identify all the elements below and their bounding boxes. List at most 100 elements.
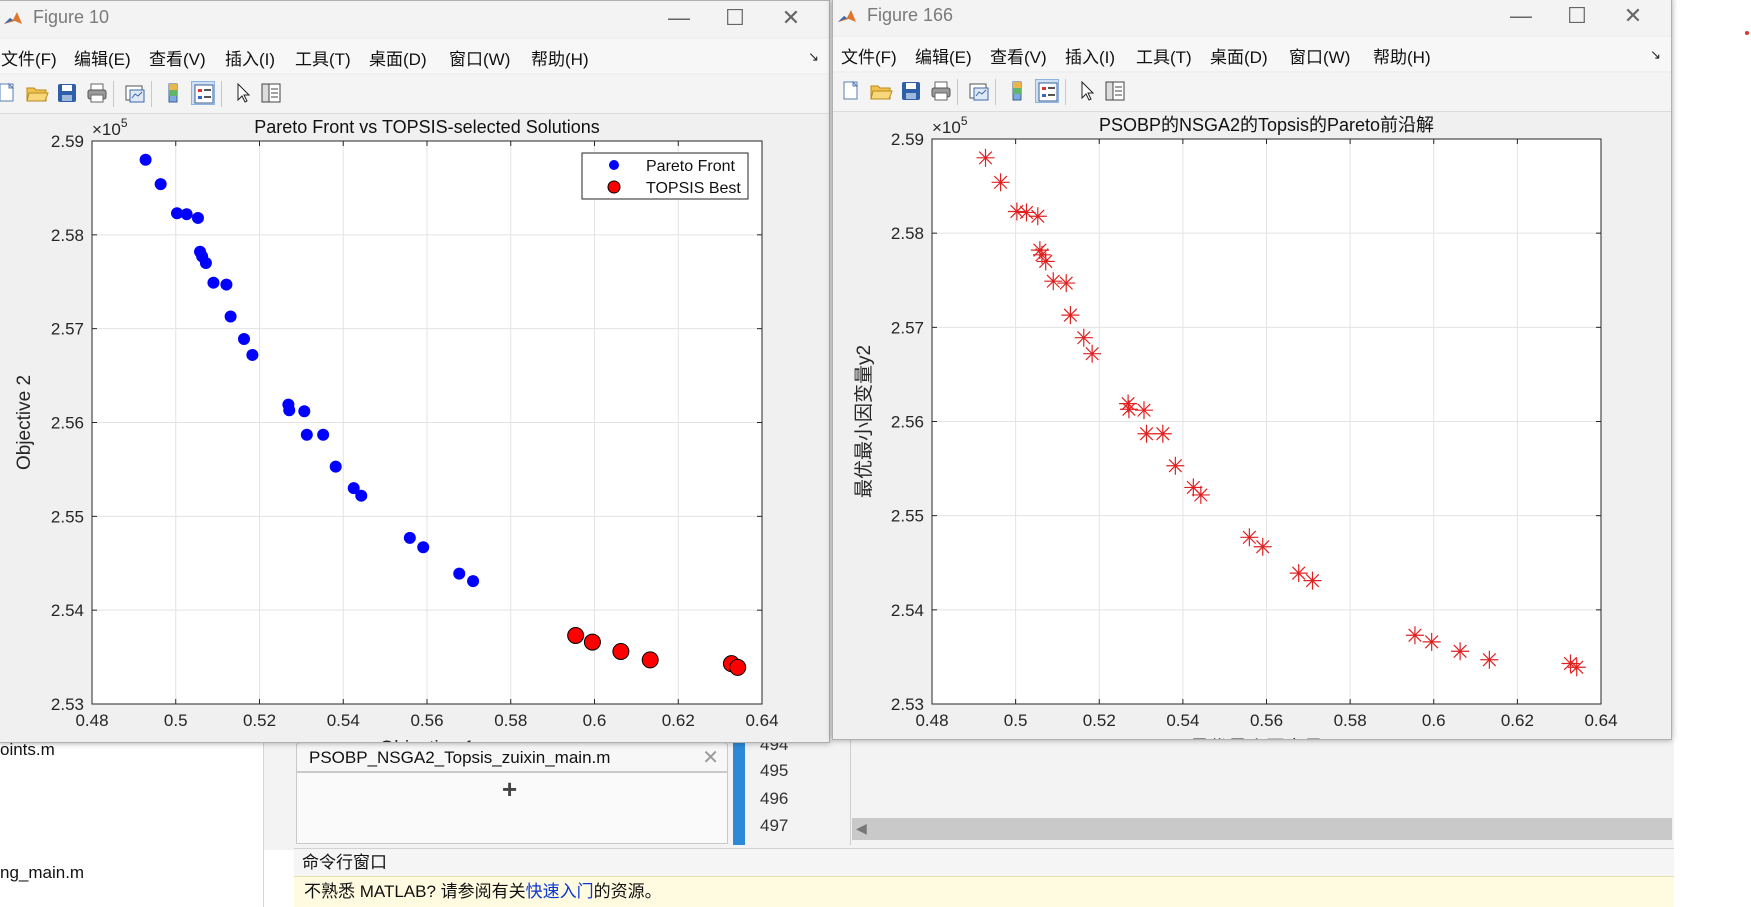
current-folder-panel: oints.m ng_main.m — [0, 740, 263, 907]
matlab-icon — [837, 7, 857, 27]
pointer-icon[interactable] — [1075, 79, 1099, 103]
maximize-button[interactable]: ☐ — [713, 3, 757, 33]
command-message-prefix: 不熟悉 MATLAB? 请参阅有关 — [304, 882, 526, 901]
save-icon[interactable] — [899, 79, 923, 103]
editor-gutter-bar — [733, 740, 745, 845]
menu-file[interactable]: 文件(F) — [1, 45, 57, 70]
x-tick-label: 0.6 — [1422, 711, 1446, 730]
menu-edit[interactable]: 编辑(E) — [915, 43, 972, 68]
horizontal-scrollbar[interactable] — [852, 818, 1672, 840]
open-file-icon[interactable] — [25, 81, 49, 105]
x-tick-label: 0.54 — [1166, 711, 1199, 730]
editor-tab[interactable]: PSOBP_NSGA2_Topsis_zuixin_main.m ✕ — [296, 742, 728, 772]
close-button[interactable]: ✕ — [769, 3, 813, 33]
data-point — [139, 153, 152, 166]
menu-file[interactable]: 文件(F) — [841, 43, 897, 68]
dock-icon[interactable]: ↘ — [1650, 47, 1661, 63]
line-number: 496 — [760, 789, 789, 808]
menu-window[interactable]: 窗口(W) — [449, 45, 510, 70]
x-tick-label: 0.6 — [583, 711, 607, 730]
data-point — [154, 178, 167, 191]
link-plot-icon[interactable] — [967, 79, 991, 103]
title-bar[interactable]: Figure 10 — ☐ ✕ — [0, 1, 829, 37]
print-icon[interactable] — [85, 81, 109, 105]
y-exponent-label: ×105 — [932, 114, 968, 137]
data-point — [355, 489, 368, 502]
plot-area[interactable]: 0.48 0.5 0.52 0.54 0.56 0.58 0.6 0.62 0.642.532.… — [0, 114, 829, 743]
toolbar-separator — [151, 81, 152, 107]
figure-10-window: Figure 10 — ☐ ✕ 文件(F) 编辑(E) 查看(V) 插入(I) … — [0, 0, 830, 743]
add-tab-button[interactable]: + — [502, 774, 517, 805]
close-tab-icon[interactable]: ✕ — [702, 743, 719, 773]
y-tick-label: 2.57 — [51, 320, 84, 339]
y-tick-label: 2.54 — [891, 601, 924, 620]
property-inspector-icon[interactable] — [259, 81, 283, 105]
dock-icon[interactable]: ↘ — [808, 49, 819, 65]
quick-start-link[interactable]: 快速入门 — [526, 882, 594, 901]
chart-title: Pareto Front vs TOPSIS-selected Solution… — [254, 117, 600, 137]
colorbar-icon[interactable] — [1005, 79, 1029, 103]
property-inspector-icon[interactable] — [1103, 79, 1127, 103]
data-point — [329, 460, 342, 473]
data-point — [641, 651, 659, 669]
file-item[interactable]: ng_main.m — [0, 863, 84, 883]
new-figure-icon[interactable] — [0, 81, 19, 105]
legend-icon[interactable] — [191, 81, 215, 105]
maximize-button[interactable]: ☐ — [1555, 1, 1599, 31]
menu-window[interactable]: 窗口(W) — [1289, 43, 1350, 68]
toolbar-separator — [957, 79, 958, 105]
window-title: Figure 166 — [867, 5, 954, 25]
menu-insert[interactable]: 插入(I) — [1065, 43, 1115, 68]
title-bar[interactable]: Figure 166 — ☐ ✕ — [833, 0, 1671, 35]
close-button[interactable]: ✕ — [1611, 1, 1655, 31]
open-file-icon[interactable] — [869, 79, 893, 103]
y-tick-label: 2.54 — [51, 601, 84, 620]
x-tick-label: 0.64 — [1584, 711, 1617, 730]
minimize-button[interactable]: — — [657, 3, 701, 33]
file-item[interactable]: oints.m — [0, 740, 55, 760]
data-point — [612, 642, 630, 660]
x-tick-label: 0.62 — [662, 711, 695, 730]
menu-help[interactable]: 帮助(H) — [531, 45, 589, 70]
data-point — [220, 278, 233, 291]
figure-toolbar — [0, 75, 829, 114]
data-point — [207, 276, 220, 289]
data-point — [317, 428, 330, 441]
menu-insert[interactable]: 插入(I) — [225, 45, 275, 70]
y-tick-label: 2.55 — [891, 507, 924, 526]
y-axis-label: 最优最小因变量y2 — [853, 345, 875, 498]
x-tick-label: 0.56 — [410, 711, 443, 730]
menu-bar: 文件(F) 编辑(E) 查看(V) 插入(I) 工具(T) 桌面(D) 窗口(W… — [0, 39, 829, 73]
menu-bar: 文件(F) 编辑(E) 查看(V) 插入(I) 工具(T) 桌面(D) 窗口(W… — [833, 37, 1671, 71]
x-tick-label: 0.52 — [1083, 711, 1116, 730]
print-icon[interactable] — [929, 79, 953, 103]
legend-icon[interactable] — [1035, 79, 1059, 103]
menu-tools[interactable]: 工具(T) — [295, 45, 351, 70]
y-tick-label: 2.56 — [891, 413, 924, 432]
data-point — [180, 208, 193, 221]
toolbar-separator — [1065, 79, 1066, 105]
colorbar-icon[interactable] — [161, 81, 185, 105]
new-figure-icon[interactable] — [839, 79, 863, 103]
menu-desktop[interactable]: 桌面(D) — [1210, 43, 1268, 68]
toolbar-separator — [113, 81, 114, 107]
x-tick-label: 0.58 — [1334, 711, 1367, 730]
menu-tools[interactable]: 工具(T) — [1136, 43, 1192, 68]
window-title: Figure 10 — [33, 7, 110, 27]
menu-view[interactable]: 查看(V) — [149, 45, 206, 70]
data-point — [224, 310, 237, 323]
menu-help[interactable]: 帮助(H) — [1373, 43, 1431, 68]
command-message-suffix: 的资源。 — [593, 882, 662, 901]
menu-edit[interactable]: 编辑(E) — [74, 45, 131, 70]
minimize-button[interactable]: — — [1499, 1, 1543, 31]
save-icon[interactable] — [55, 81, 79, 105]
x-tick-label: 0.62 — [1501, 711, 1534, 730]
link-plot-icon[interactable] — [123, 81, 147, 105]
plot-area[interactable]: 0.48 0.5 0.52 0.54 0.56 0.58 0.6 0.62 0.642.532.… — [833, 112, 1671, 740]
scroll-left-icon[interactable]: ◀ — [856, 820, 867, 837]
menu-desktop[interactable]: 桌面(D) — [369, 45, 427, 70]
menu-view[interactable]: 查看(V) — [990, 43, 1047, 68]
x-tick-label: 0.54 — [327, 711, 360, 730]
pointer-icon[interactable] — [231, 81, 255, 105]
chart-title: PSOBP的NSGA2的Topsis的Pareto前沿解 — [1099, 115, 1434, 135]
